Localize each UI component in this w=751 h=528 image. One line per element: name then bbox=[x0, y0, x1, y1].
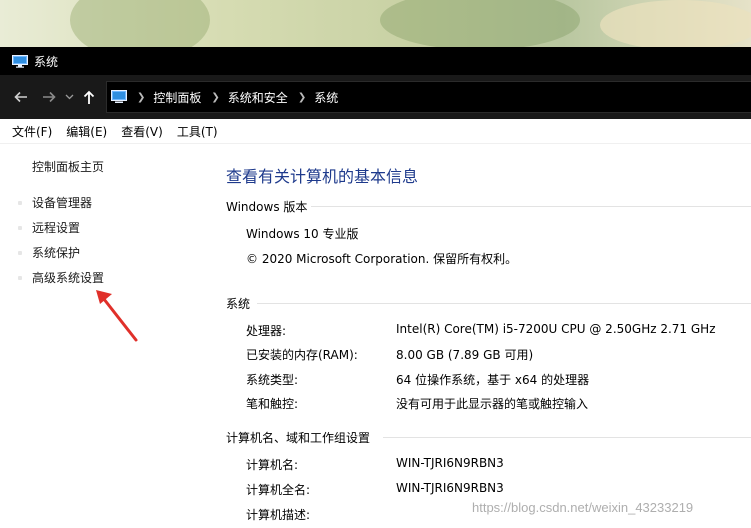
full-computer-name-value: WIN-TJRI6N9RBN3 bbox=[396, 481, 504, 495]
computer-name-label: 计算机名: bbox=[246, 458, 299, 472]
sidebar-item-advanced-system-settings[interactable]: 高级系统设置 bbox=[18, 269, 105, 286]
page-title: 查看有关计算机的基本信息 bbox=[226, 167, 419, 186]
breadcrumb-item-system-security[interactable]: 系统和安全 bbox=[228, 89, 288, 106]
shield-icon bbox=[18, 201, 22, 205]
ram-label: 已安装的内存(RAM): bbox=[246, 348, 358, 362]
computer-name-value: WIN-TJRI6N9RBN3 bbox=[396, 456, 504, 470]
copyright-text: © 2020 Microsoft Corporation. 保留所有权利。 bbox=[246, 252, 518, 266]
desktop-wallpaper bbox=[0, 0, 751, 47]
divider bbox=[257, 303, 751, 304]
window-titlebar: 系统 bbox=[0, 47, 751, 75]
breadcrumb-item-control-panel[interactable]: 控制面板 bbox=[153, 89, 201, 106]
section-heading-system: 系统 bbox=[226, 297, 251, 311]
processor-value: Intel(R) Core(TM) i5-7200U CPU @ 2.50GHz… bbox=[396, 322, 716, 336]
full-computer-name-label: 计算机全名: bbox=[246, 483, 311, 497]
computer-description-label: 计算机描述: bbox=[246, 508, 311, 522]
menu-file[interactable]: 文件(F) bbox=[12, 123, 52, 140]
section-heading-computer-name: 计算机名、域和工作组设置 bbox=[226, 431, 371, 445]
menu-tools[interactable]: 工具(T) bbox=[177, 123, 218, 140]
sidebar-item-remote-settings[interactable]: 远程设置 bbox=[18, 219, 81, 236]
divider bbox=[383, 437, 751, 438]
window-title: 系统 bbox=[34, 54, 59, 69]
arrow-up-icon[interactable] bbox=[78, 86, 100, 108]
menu-edit[interactable]: 编辑(E) bbox=[66, 123, 107, 140]
ram-value: 8.00 GB (7.89 GB 可用) bbox=[396, 348, 534, 362]
chevron-right-icon[interactable]: ❯ bbox=[298, 92, 306, 103]
divider bbox=[311, 206, 751, 207]
pen-touch-value: 没有可用于此显示器的笔或触控输入 bbox=[396, 397, 589, 411]
shield-icon bbox=[18, 226, 22, 230]
sidebar-item-label: 远程设置 bbox=[32, 221, 81, 235]
arrow-right-icon[interactable] bbox=[38, 86, 60, 108]
sidebar-item-device-manager[interactable]: 设备管理器 bbox=[18, 194, 93, 211]
shield-icon bbox=[18, 251, 22, 255]
chevron-down-icon[interactable] bbox=[62, 86, 76, 108]
annotation-arrow-icon bbox=[96, 290, 138, 342]
sidebar-item-control-panel-home[interactable]: 控制面板主页 bbox=[32, 158, 104, 175]
sidebar-item-label: 系统保护 bbox=[32, 246, 81, 260]
breadcrumb-item-system[interactable]: 系统 bbox=[314, 89, 338, 106]
chevron-right-icon[interactable]: ❯ bbox=[137, 92, 145, 103]
shield-icon bbox=[18, 276, 22, 280]
sidebar-item-label: 设备管理器 bbox=[32, 196, 93, 210]
control-panel-icon bbox=[111, 90, 127, 103]
main-content: 查看有关计算机的基本信息 Windows 版本 Windows 10 专业版 ©… bbox=[205, 144, 751, 528]
navigation-bar: ❯ 控制面板 ❯ 系统和安全 ❯ 系统 bbox=[0, 75, 751, 119]
processor-label: 处理器: bbox=[246, 324, 287, 338]
windows-edition: Windows 10 专业版 bbox=[246, 227, 359, 241]
sidebar-item-system-protection[interactable]: 系统保护 bbox=[18, 244, 81, 261]
sidebar-item-label: 高级系统设置 bbox=[32, 271, 105, 285]
address-bar[interactable]: ❯ 控制面板 ❯ 系统和安全 ❯ 系统 bbox=[106, 81, 751, 113]
arrow-left-icon[interactable] bbox=[10, 86, 32, 108]
system-type-label: 系统类型: bbox=[246, 373, 299, 387]
menu-view[interactable]: 查看(V) bbox=[121, 123, 163, 140]
menu-bar: 文件(F) 编辑(E) 查看(V) 工具(T) bbox=[0, 119, 751, 144]
chevron-right-icon[interactable]: ❯ bbox=[211, 92, 219, 103]
monitor-icon bbox=[12, 54, 28, 68]
pen-touch-label: 笔和触控: bbox=[246, 397, 299, 411]
section-heading-windows-edition: Windows 版本 bbox=[226, 200, 308, 214]
system-type-value: 64 位操作系统，基于 x64 的处理器 bbox=[396, 373, 590, 387]
watermark: https://blog.csdn.net/weixin_43233219 bbox=[472, 500, 694, 515]
